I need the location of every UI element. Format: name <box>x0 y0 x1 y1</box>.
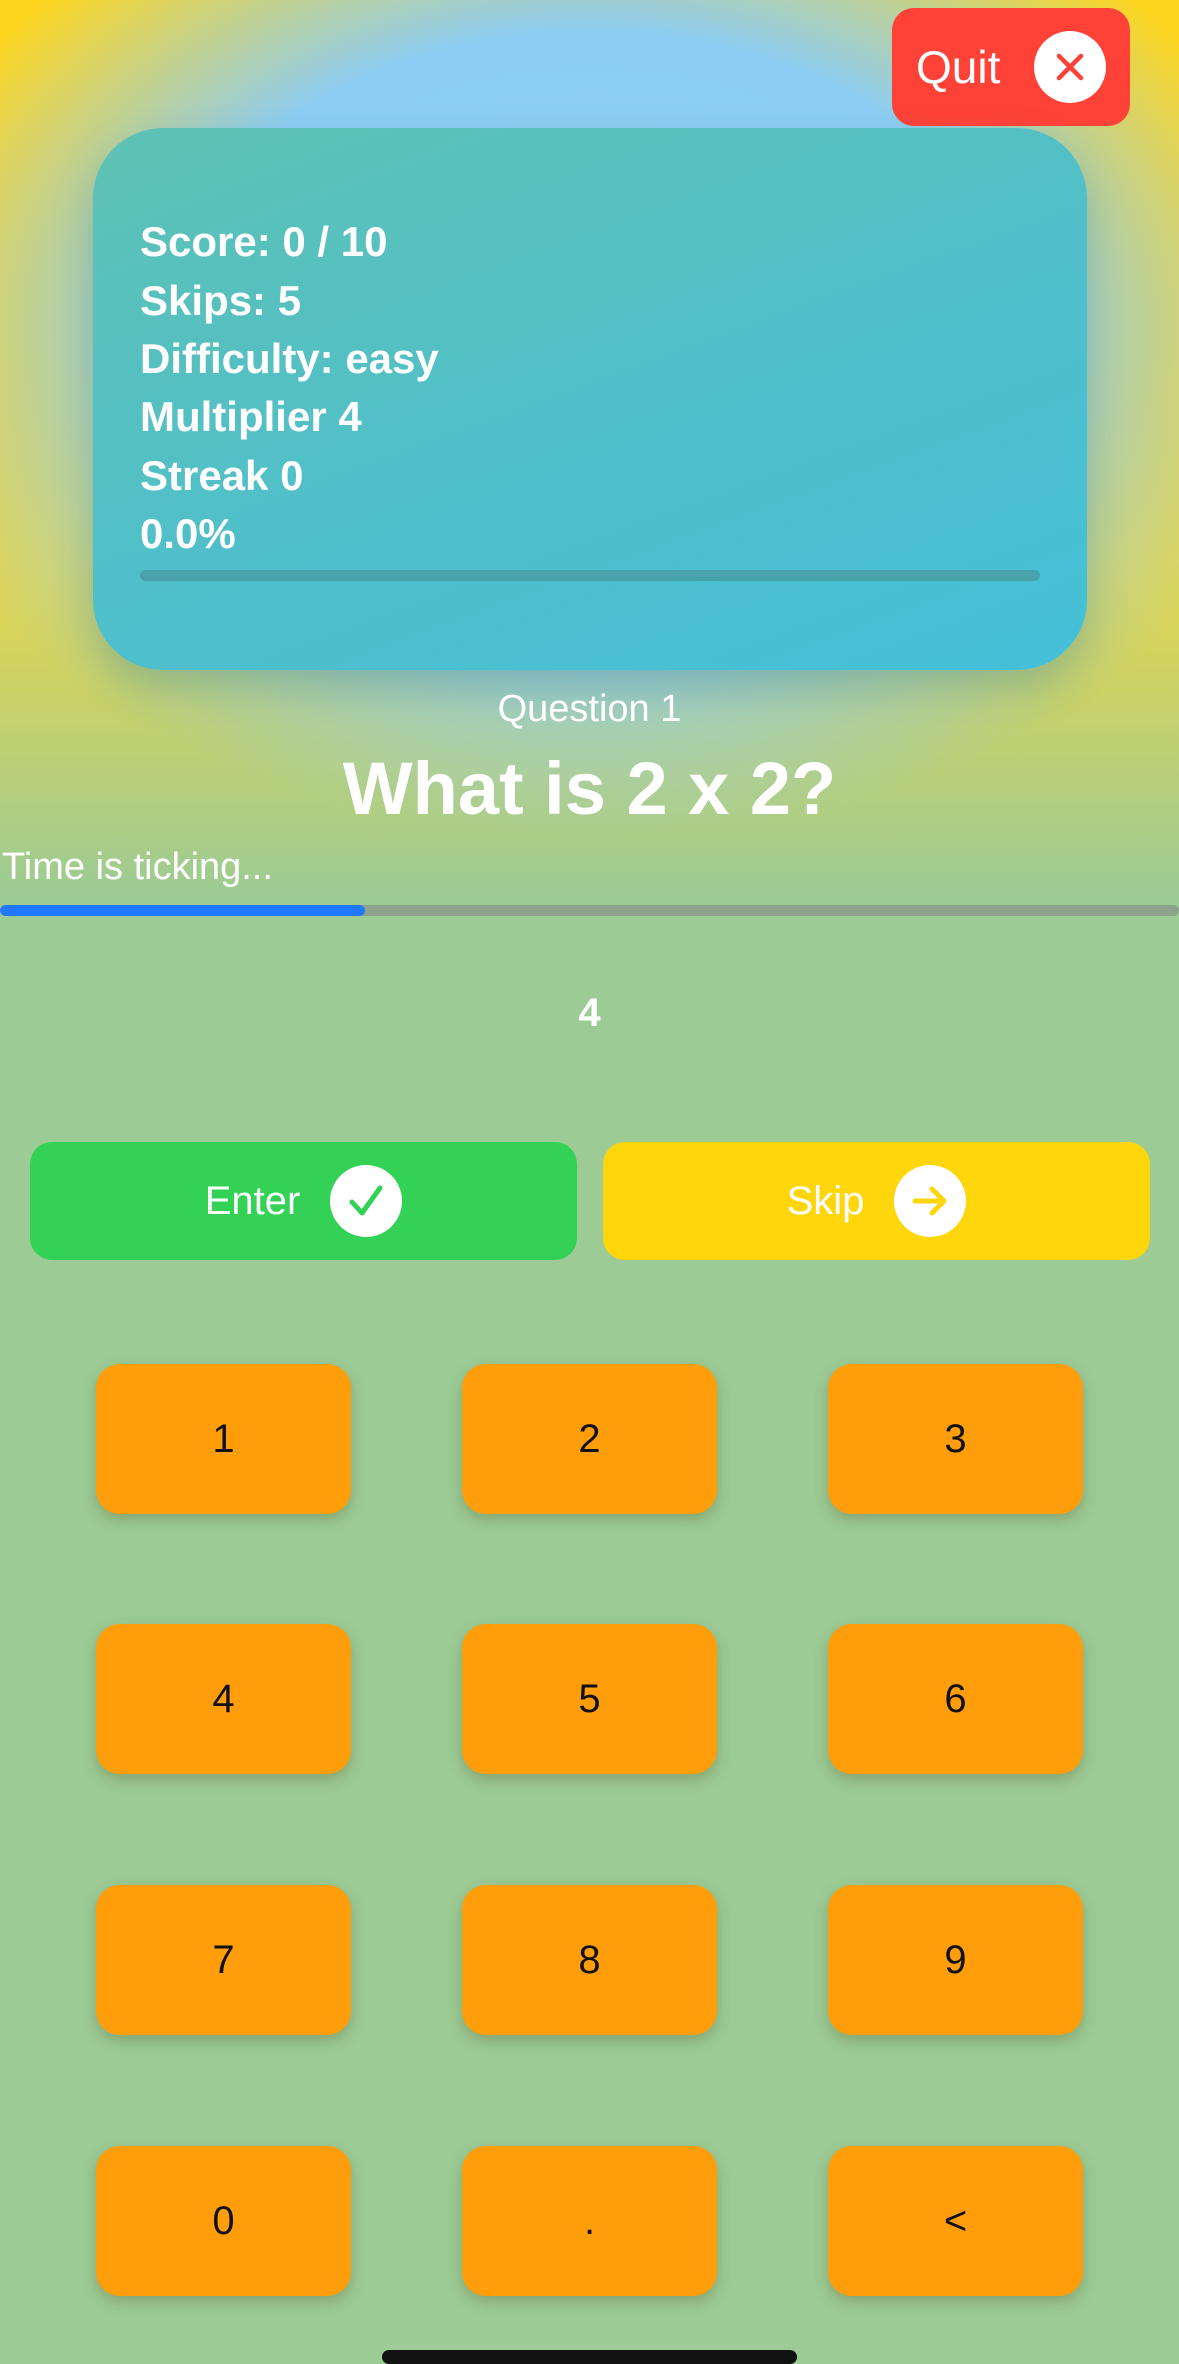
home-indicator <box>382 2350 797 2364</box>
checkmark-icon <box>330 1165 403 1237</box>
answer-display: 4 <box>578 991 601 1035</box>
keypad-key-6[interactable]: 6 <box>828 1624 1083 1774</box>
keypad-key-9[interactable]: 9 <box>828 1885 1083 2035</box>
skip-button[interactable]: Skip <box>603 1142 1150 1260</box>
question-number: Question 1 <box>497 688 682 730</box>
keypad-key-8[interactable]: 8 <box>462 1885 717 2035</box>
multiplier-text: Multiplier 4 <box>140 393 362 440</box>
arrow-right-icon <box>894 1165 967 1237</box>
close-icon <box>1034 31 1106 103</box>
keypad-key-decimal[interactable]: . <box>462 2146 717 2296</box>
quit-label: Quit <box>916 41 1001 93</box>
timer-fill <box>0 905 366 916</box>
stats-card: Score: 0 / 10 Skips: 5 Difficulty: easy … <box>93 128 1087 670</box>
enter-button[interactable]: Enter <box>30 1142 577 1260</box>
keypad-key-7[interactable]: 7 <box>96 1885 351 2035</box>
difficulty-text: Difficulty: easy <box>140 335 439 382</box>
skips-text: Skips: 5 <box>140 277 302 324</box>
keypad-key-5[interactable]: 5 <box>462 1624 717 1774</box>
timer-bar <box>0 905 1179 916</box>
keypad-key-4[interactable]: 4 <box>96 1624 351 1774</box>
score-text: Score: 0 / 10 <box>140 218 388 265</box>
timer-label: Time is ticking... <box>2 846 273 888</box>
skip-label: Skip <box>786 1179 865 1223</box>
keypad-key-1[interactable]: 1 <box>96 1364 351 1514</box>
keypad-key-0[interactable]: 0 <box>96 2146 351 2296</box>
quit-button[interactable]: Quit <box>892 8 1130 126</box>
streak-text: Streak 0 <box>140 452 304 499</box>
score-progress-bar <box>140 570 1040 581</box>
enter-label: Enter <box>204 1179 301 1223</box>
percent-text: 0.0% <box>140 510 236 557</box>
keypad-key-3[interactable]: 3 <box>828 1364 1083 1514</box>
keypad-key-backspace[interactable]: < <box>828 2146 1083 2296</box>
question-text: What is 2 x 2? <box>342 747 837 830</box>
keypad-key-2[interactable]: 2 <box>462 1364 717 1514</box>
